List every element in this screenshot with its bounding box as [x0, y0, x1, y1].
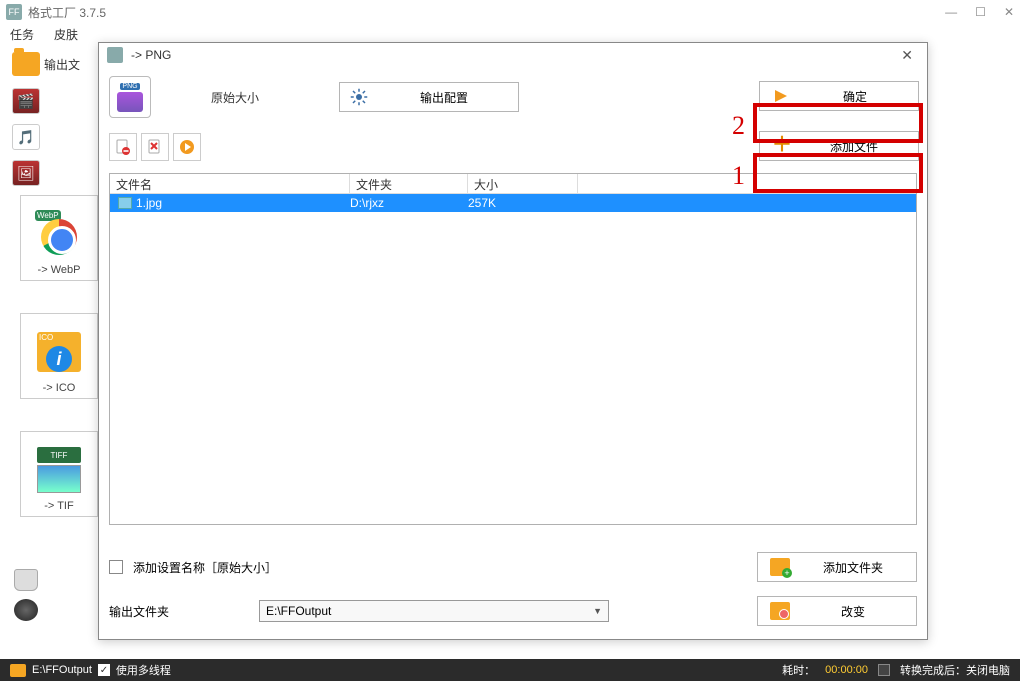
- format-webp-label: -> WebP: [38, 264, 81, 276]
- format-tif-button[interactable]: TIFF -> TIF: [20, 431, 98, 517]
- png-badge: PNG: [120, 83, 139, 90]
- info-icon: i: [46, 346, 72, 372]
- menu-bar: 任务 皮肤: [0, 24, 1020, 44]
- setting-name-row: 添加设置名称［原始大小］ 添加文件夹: [109, 549, 917, 585]
- original-size-label: 原始大小: [211, 89, 259, 106]
- file-row[interactable]: 1.jpg D:\rjxz 257K: [110, 194, 916, 212]
- menu-skin[interactable]: 皮肤: [54, 26, 78, 43]
- png-thumb-icon: [117, 92, 143, 112]
- window-controls: — ☐ ✕: [945, 5, 1014, 19]
- output-folder-row: 输出文件夹 E:\FFOutput ▼ 改变: [109, 593, 917, 629]
- app-title: 格式工厂 3.7.5: [28, 4, 945, 21]
- folder-browse-icon: [770, 602, 790, 620]
- format-webp-button[interactable]: WebP -> WebP: [20, 195, 98, 281]
- format-button-list: WebP -> WebP ICO i -> ICO TIFF -> TIF: [20, 195, 98, 517]
- ok-button-label: 确定: [804, 88, 906, 105]
- category-strip: 🎬 🎵 🖼: [12, 88, 40, 186]
- dialog-top-row: PNG 原始大小 输出配置 确定: [99, 67, 927, 127]
- output-config-button[interactable]: 输出配置: [339, 82, 519, 112]
- dialog-bottom-panel: 添加设置名称［原始大小］ 添加文件夹 输出文件夹 E:\FFOutput ▼ 改…: [109, 549, 917, 629]
- dialog-title-bar: -> PNG ✕: [99, 43, 927, 67]
- main-title-bar: FF 格式工厂 3.7.5 — ☐ ✕: [0, 0, 1020, 24]
- dialog-title: -> PNG: [131, 48, 895, 62]
- statusbar-path[interactable]: E:\FFOutput: [32, 664, 92, 676]
- add-folder-label: 添加文件夹: [802, 559, 904, 576]
- output-config-label: 输出配置: [380, 89, 508, 106]
- page-x-icon: [147, 139, 163, 155]
- ok-button[interactable]: 确定: [759, 81, 919, 111]
- ico-badge: ICO i: [37, 332, 81, 372]
- page-minus-icon: [115, 139, 131, 155]
- remove-file-button[interactable]: [109, 133, 137, 161]
- output-label: 输出文: [44, 56, 80, 73]
- multithread-checkbox[interactable]: ✓: [98, 664, 110, 676]
- settings-icon[interactable]: [14, 599, 38, 621]
- statusbar-folder-icon[interactable]: [10, 664, 26, 677]
- format-ico-button[interactable]: ICO i -> ICO: [20, 313, 98, 399]
- shutdown-checkbox[interactable]: [878, 664, 890, 676]
- chrome-icon: [41, 219, 77, 255]
- folder-plus-icon: [770, 558, 790, 576]
- elapsed-label: 耗时：: [782, 662, 815, 678]
- add-file-button[interactable]: ＋ 添加文件: [759, 131, 919, 161]
- col-filename[interactable]: 文件名: [110, 174, 350, 193]
- drive-icon[interactable]: [14, 569, 38, 591]
- elapsed-time: 00:00:00: [825, 664, 868, 676]
- col-size[interactable]: 大小: [468, 174, 578, 193]
- output-folder-label: 输出文件夹: [109, 603, 179, 620]
- video-category-icon[interactable]: 🎬: [12, 88, 40, 114]
- col-folder[interactable]: 文件夹: [350, 174, 468, 193]
- app-icon: FF: [6, 4, 22, 20]
- maximize-button[interactable]: ☐: [975, 5, 986, 19]
- file-list-header: 文件名 文件夹 大小: [110, 174, 916, 194]
- png-format-icon: PNG: [109, 76, 151, 118]
- audio-category-icon[interactable]: 🎵: [12, 124, 40, 150]
- change-folder-label: 改变: [802, 603, 904, 620]
- close-button[interactable]: ✕: [1004, 5, 1014, 19]
- minimize-button[interactable]: —: [945, 5, 957, 19]
- gear-icon: [350, 88, 368, 106]
- play-icon: [179, 139, 195, 155]
- add-setting-name-checkbox[interactable]: [109, 560, 123, 574]
- chevron-down-icon: ▼: [593, 606, 602, 616]
- play-arrow-icon: [772, 87, 790, 105]
- add-file-label: 添加文件: [802, 138, 906, 155]
- preview-button[interactable]: [173, 133, 201, 161]
- convert-dialog: -> PNG ✕ PNG 原始大小 输出配置 确定 ＋ 添加文件: [98, 42, 928, 640]
- output-folder-value: E:\FFOutput: [266, 604, 331, 618]
- image-category-icon[interactable]: 🖼: [12, 160, 40, 186]
- plus-icon: ＋: [772, 137, 790, 155]
- file-thumb-icon: [118, 197, 132, 209]
- add-setting-name-label: 添加设置名称［原始大小］: [133, 559, 277, 576]
- picture-icon: [37, 465, 81, 493]
- file-list: 文件名 文件夹 大小 1.jpg D:\rjxz 257K: [109, 173, 917, 525]
- multithread-label: 使用多线程: [116, 662, 171, 678]
- shutdown-label: 转换完成后：关闭电脑: [900, 662, 1010, 678]
- file-size: 257K: [468, 196, 578, 210]
- tiff-badge: TIFF: [37, 447, 81, 463]
- change-folder-button[interactable]: 改变: [757, 596, 917, 626]
- dialog-icon-row: ＋ 添加文件: [99, 127, 927, 167]
- highlight-number-2: 2: [732, 111, 745, 141]
- output-folder-dropdown[interactable]: E:\FFOutput ▼: [259, 600, 609, 622]
- add-folder-button[interactable]: 添加文件夹: [757, 552, 917, 582]
- format-tif-label: -> TIF: [44, 500, 73, 512]
- file-name: 1.jpg: [136, 196, 162, 210]
- bottom-left-icons: [14, 569, 38, 621]
- folder-icon: [12, 52, 40, 76]
- file-folder: D:\rjxz: [350, 196, 468, 210]
- dialog-close-button[interactable]: ✕: [895, 47, 919, 64]
- menu-task[interactable]: 任务: [10, 26, 34, 43]
- format-ico-label: -> ICO: [43, 382, 76, 394]
- clear-list-button[interactable]: [141, 133, 169, 161]
- dialog-app-icon: [107, 47, 123, 63]
- status-bar: E:\FFOutput ✓ 使用多线程 耗时： 00:00:00 转换完成后：关…: [0, 659, 1020, 681]
- highlight-number-1: 1: [732, 161, 745, 191]
